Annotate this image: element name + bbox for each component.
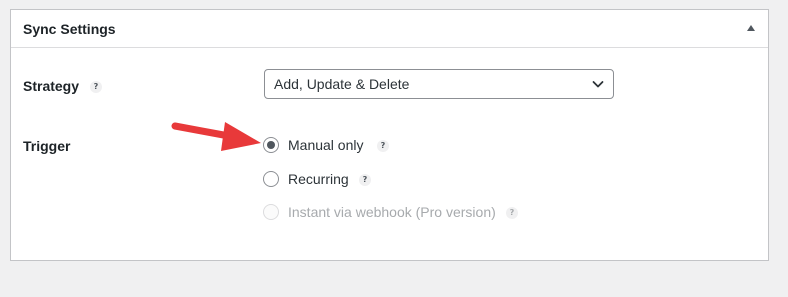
red-arrow-icon xyxy=(171,122,261,151)
chevron-down-icon xyxy=(592,81,604,88)
manual-only-label[interactable]: Manual only xyxy=(288,137,364,153)
manual-only-help-icon[interactable]: ? xyxy=(377,140,389,152)
panel-header[interactable]: Sync Settings xyxy=(11,10,768,48)
manual-only-radio[interactable] xyxy=(263,137,279,153)
webhook-label: Instant via webhook (Pro version) xyxy=(288,204,496,220)
trigger-label: Trigger xyxy=(23,138,71,154)
recurring-label[interactable]: Recurring xyxy=(288,171,349,187)
webhook-help-icon[interactable]: ? xyxy=(506,207,518,219)
strategy-select-value: Add, Update & Delete xyxy=(274,76,410,92)
recurring-radio[interactable] xyxy=(263,171,279,187)
panel-title: Sync Settings xyxy=(23,21,116,37)
strategy-label: Strategy xyxy=(23,78,80,94)
strategy-select[interactable]: Add, Update & Delete xyxy=(264,69,614,99)
recurring-help-icon[interactable]: ? xyxy=(359,174,371,186)
collapse-toggle-icon[interactable] xyxy=(747,25,755,31)
sync-settings-panel: Sync Settings Strategy ? Add, Update & D… xyxy=(10,9,769,261)
strategy-help-icon[interactable]: ? xyxy=(90,81,102,93)
webhook-radio xyxy=(263,204,279,220)
